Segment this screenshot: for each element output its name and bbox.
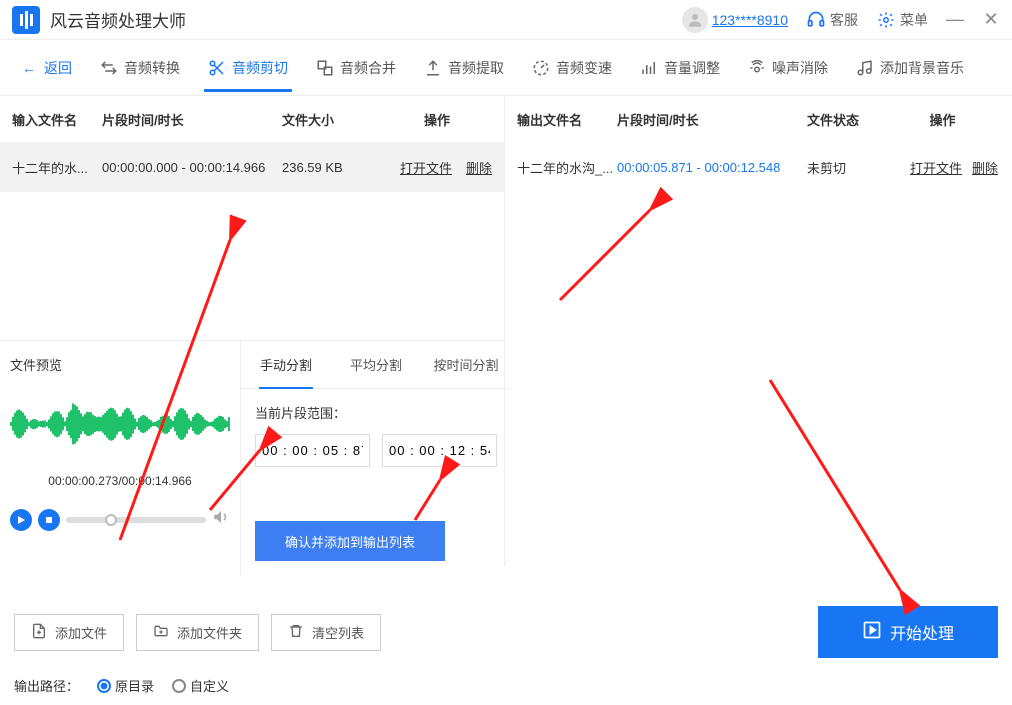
radio-custom-dir[interactable]: 自定义 — [172, 676, 229, 695]
playback-time: 00:00:00.273/00:00:14.966 — [10, 474, 230, 488]
delete-link[interactable]: 删除 — [466, 158, 492, 177]
split-tab-bytime[interactable]: 按时间分割 — [421, 341, 511, 388]
folder-add-icon — [153, 623, 169, 642]
input-table-header: 输入文件名 片段时间/时长 文件大小 操作 — [0, 96, 504, 142]
progress-slider[interactable] — [66, 517, 206, 523]
stop-button[interactable] — [38, 509, 60, 531]
gear-icon — [876, 10, 896, 30]
trash-icon — [288, 623, 304, 642]
range-end-input[interactable] — [382, 434, 497, 467]
avatar-icon — [682, 7, 708, 33]
play-button[interactable] — [10, 509, 32, 531]
output-status: 未剪切 — [807, 158, 887, 177]
output-delete-link[interactable]: 删除 — [972, 158, 998, 177]
waveform[interactable] — [10, 404, 230, 444]
upload-icon — [424, 59, 442, 77]
speed-icon — [532, 59, 550, 77]
minimize-button[interactable]: — — [946, 11, 964, 29]
tab-merge[interactable]: 音频合并 — [304, 46, 408, 90]
confirm-add-button[interactable]: 确认并添加到输出列表 — [255, 521, 445, 561]
menu-button[interactable]: 菜单 — [876, 10, 928, 30]
tab-bgm[interactable]: 添加背景音乐 — [844, 46, 976, 90]
split-tab-average[interactable]: 平均分割 — [331, 341, 421, 388]
file-add-icon — [31, 623, 47, 642]
play-square-icon — [862, 620, 882, 645]
open-file-link[interactable]: 打开文件 — [400, 158, 452, 177]
input-table-row[interactable]: 十二年的水... 00:00:00.000 - 00:00:14.966 236… — [0, 142, 504, 192]
output-table-row[interactable]: 十二年的水沟_... 00:00:05.871 - 00:00:12.548 未… — [505, 142, 1010, 192]
tab-speed[interactable]: 音频变速 — [520, 46, 624, 90]
app-logo — [12, 6, 40, 34]
tab-convert[interactable]: 音频转换 — [88, 46, 192, 90]
support-button[interactable]: 客服 — [806, 10, 858, 30]
close-button[interactable]: ✕ — [982, 11, 1000, 29]
equalizer-icon — [640, 59, 658, 77]
radio-original-dir[interactable]: 原目录 — [97, 676, 154, 695]
input-filename: 十二年的水... — [12, 158, 102, 177]
back-button[interactable]: ← 返回 — [8, 46, 84, 90]
denoise-icon — [748, 59, 766, 77]
tab-denoise[interactable]: 噪声消除 — [736, 46, 840, 90]
input-size: 236.59 KB — [282, 160, 382, 175]
headset-icon — [806, 10, 826, 30]
username-link[interactable]: 123****8910 — [712, 12, 788, 28]
input-time: 00:00:00.000 - 00:00:14.966 — [102, 160, 282, 175]
arrow-left-icon: ← — [20, 59, 38, 77]
clear-list-button[interactable]: 清空列表 — [271, 614, 381, 651]
merge-icon — [316, 59, 334, 77]
swap-icon — [100, 59, 118, 77]
user-account[interactable]: 123****8910 — [682, 7, 788, 33]
range-label: 当前片段范围： — [255, 403, 497, 422]
add-file-button[interactable]: 添加文件 — [14, 614, 124, 651]
output-open-file-link[interactable]: 打开文件 — [910, 158, 962, 177]
output-time: 00:00:05.871 - 00:00:12.548 — [617, 160, 807, 175]
add-folder-button[interactable]: 添加文件夹 — [136, 614, 259, 651]
tab-cut[interactable]: 音频剪切 — [196, 46, 300, 90]
preview-title: 文件预览 — [10, 355, 230, 374]
range-start-input[interactable] — [255, 434, 370, 467]
output-filename: 十二年的水沟_... — [517, 158, 617, 177]
output-path-label: 输出路径： — [14, 676, 79, 695]
tab-extract[interactable]: 音频提取 — [412, 46, 516, 90]
split-tab-manual[interactable]: 手动分割 — [241, 341, 331, 388]
tab-volume[interactable]: 音量调整 — [628, 46, 732, 90]
output-table-header: 输出文件名 片段时间/时长 文件状态 操作 — [505, 96, 1010, 142]
volume-icon[interactable] — [212, 508, 230, 531]
scissors-icon — [208, 59, 226, 77]
start-process-button[interactable]: 开始处理 — [818, 606, 998, 658]
app-title: 风云音频处理大师 — [50, 7, 186, 32]
music-icon — [856, 59, 874, 77]
